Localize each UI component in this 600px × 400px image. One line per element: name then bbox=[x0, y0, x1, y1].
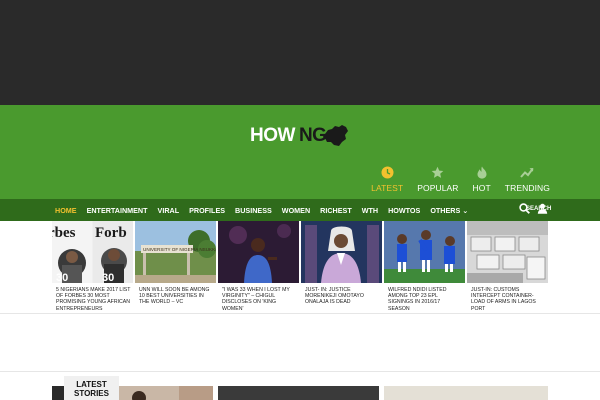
flame-icon bbox=[475, 165, 489, 179]
nav-item-women[interactable]: WOMEN bbox=[282, 206, 310, 215]
nav-item-others[interactable]: OTHERS ⌄ bbox=[430, 206, 468, 215]
arms-boxes-image bbox=[467, 221, 548, 283]
tab-popular[interactable]: POPULAR bbox=[417, 165, 458, 193]
judge-portrait-image bbox=[301, 221, 382, 283]
section-divider bbox=[0, 371, 600, 372]
tab-latest-label: LATEST bbox=[371, 183, 404, 193]
site-logo[interactable]: HOW NG bbox=[250, 121, 349, 151]
latest-stories-heading: LATEST STORIES bbox=[64, 376, 119, 400]
tab-trending-label: TRENDING bbox=[504, 183, 550, 193]
clock-icon bbox=[380, 165, 394, 179]
tab-latest[interactable]: LATEST bbox=[371, 165, 403, 193]
svg-text:Forb: Forb bbox=[95, 225, 127, 241]
svg-text:30: 30 bbox=[56, 272, 68, 283]
story-thumb-customs[interactable] bbox=[467, 221, 548, 283]
story-thumb-unn[interactable]: UNIVERSITY OF NIGERIA NSUKKA bbox=[135, 221, 216, 283]
story-thumb-forbes[interactable]: rbes Forb 30 30 bbox=[52, 221, 133, 283]
story-caption-unn[interactable]: UNN WILL SOON BE AMONG 10 BEST UNIVERSIT… bbox=[135, 287, 216, 312]
nav-item-home[interactable]: HOME bbox=[55, 206, 77, 215]
football-players-image bbox=[384, 221, 465, 283]
top-dark-bar bbox=[0, 0, 600, 105]
trending-icon bbox=[520, 165, 534, 179]
section-divider bbox=[0, 313, 600, 314]
story-image-preview[interactable] bbox=[119, 386, 213, 400]
featured-strip: rbes Forb 30 30 UNIVERSITY OF NIGERIA NS… bbox=[52, 221, 548, 283]
nav-item-wth[interactable]: WTH bbox=[362, 206, 378, 215]
user-icon[interactable] bbox=[537, 203, 548, 214]
story-caption-ndidi[interactable]: WILFRED NDIDI LISTED AMONG TOP 23 EPL SI… bbox=[384, 287, 465, 312]
story-caption-judge[interactable]: JUST- IN: JUSTICE MORENIKEJI OMOTAYO ONA… bbox=[301, 287, 382, 312]
nav-item-richest[interactable]: RICHEST bbox=[320, 206, 352, 215]
story-thumb-judge[interactable] bbox=[301, 221, 382, 283]
tab-hot-label: HOT bbox=[472, 183, 491, 193]
story-preview-image bbox=[132, 386, 213, 400]
star-icon bbox=[431, 165, 445, 179]
nav-item-others-label: OTHERS bbox=[430, 205, 461, 215]
nav-item-business[interactable]: BUSINESS bbox=[235, 206, 272, 215]
nav-items: HOME ENTERTAINMENT VIRAL PROFILES BUSINE… bbox=[55, 199, 478, 221]
nav-search[interactable]: SEARCH bbox=[519, 203, 551, 214]
nav-item-howtos[interactable]: HOWTOS bbox=[388, 206, 420, 215]
university-gate-image: UNIVERSITY OF NIGERIA NSUKKA bbox=[135, 221, 216, 283]
story-image-preview[interactable] bbox=[218, 386, 379, 400]
story-image-preview[interactable] bbox=[384, 386, 548, 400]
story-caption-chigul[interactable]: "I WAS 33 WHEN I LOST MY VIRGINITY" – CH… bbox=[218, 287, 299, 312]
feed-tabs: LATEST POPULAR HOT TRENDING bbox=[357, 165, 550, 193]
woman-on-stage-image bbox=[218, 221, 299, 283]
svg-text:UNIVERSITY OF NIGERIA NSUKKA: UNIVERSITY OF NIGERIA NSUKKA bbox=[143, 247, 216, 252]
site-header: HOW NG LATEST POPULAR HOT TRENDING bbox=[0, 105, 600, 199]
chevron-down-icon: ⌄ bbox=[462, 205, 469, 215]
main-nav: HOME ENTERTAINMENT VIRAL PROFILES BUSINE… bbox=[0, 199, 600, 221]
featured-captions: 5 NIGERIANS MAKE 2017 LIST OF FORBES 30 … bbox=[52, 287, 548, 312]
tab-popular-label: POPULAR bbox=[417, 183, 459, 193]
story-thumb-ndidi[interactable] bbox=[384, 221, 465, 283]
forbes-covers-image: rbes Forb 30 30 bbox=[52, 221, 133, 283]
story-caption-customs[interactable]: JUST-IN: CUSTOMS INTERCEPT CONTAINER-LOA… bbox=[467, 287, 548, 312]
tab-hot[interactable]: HOT bbox=[473, 165, 491, 193]
story-thumb-chigul[interactable] bbox=[218, 221, 299, 283]
tab-trending[interactable]: TRENDING bbox=[505, 165, 550, 193]
story-caption-forbes[interactable]: 5 NIGERIANS MAKE 2017 LIST OF FORBES 30 … bbox=[52, 287, 133, 312]
nav-item-viral[interactable]: VIRAL bbox=[158, 206, 180, 215]
logo-ng-text: NG bbox=[298, 125, 327, 146]
svg-text:30: 30 bbox=[102, 272, 114, 283]
nav-item-profiles[interactable]: PROFILES bbox=[189, 206, 225, 215]
nigeria-map-icon bbox=[325, 125, 349, 146]
latest-stories-line2: STORIES bbox=[74, 389, 109, 398]
nav-item-entertainment[interactable]: ENTERTAINMENT bbox=[87, 206, 148, 215]
svg-text:rbes: rbes bbox=[52, 225, 76, 241]
latest-stories-line1: LATEST bbox=[76, 380, 107, 389]
story-image-preview[interactable] bbox=[52, 386, 64, 400]
logo-text: HOW bbox=[250, 125, 295, 146]
